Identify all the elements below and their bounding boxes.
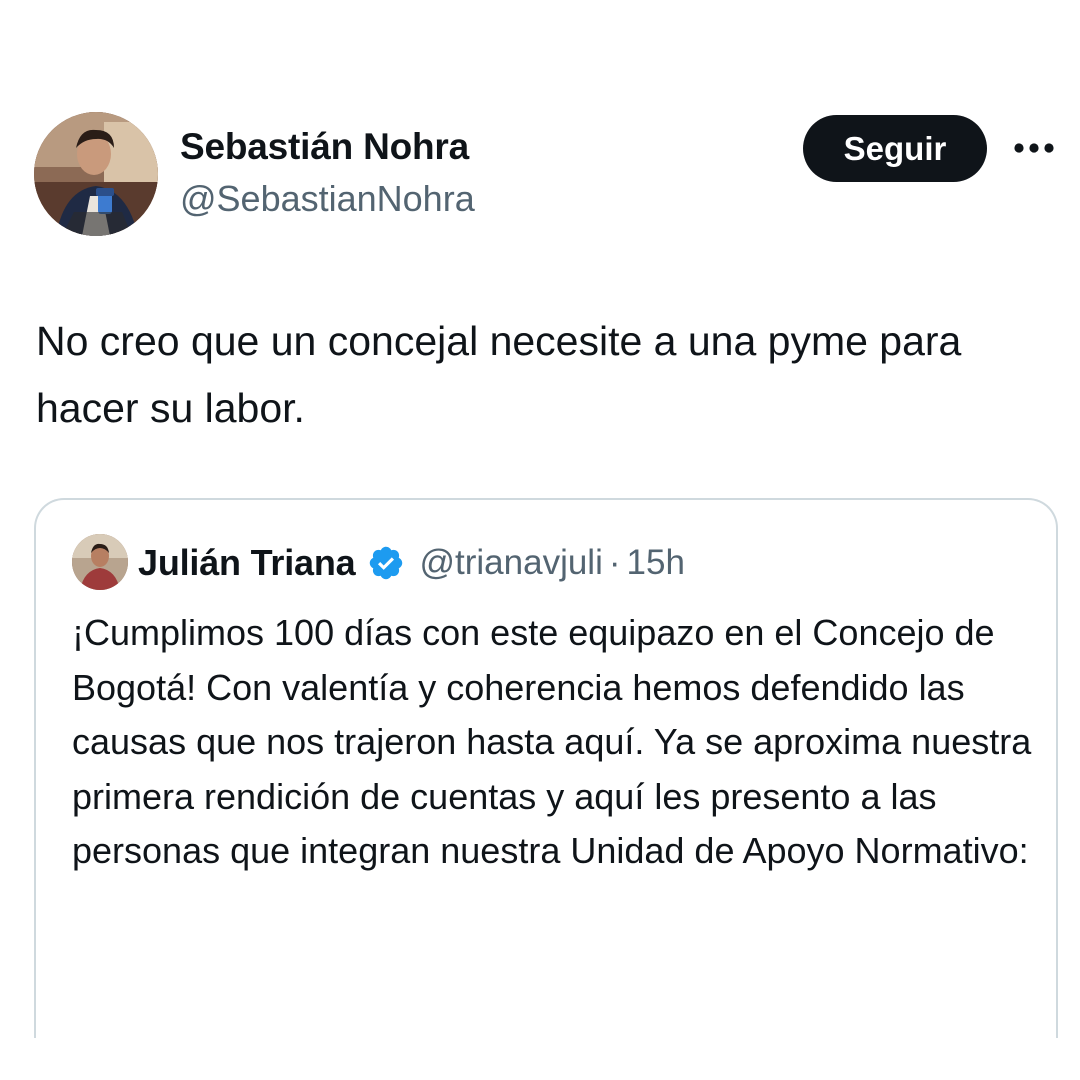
quoted-tweet-card[interactable]: Julián Triana @trianavjuli · 15h ¡Cumpli… xyxy=(34,498,1058,1038)
profile-photo-icon xyxy=(72,534,128,590)
quoted-tweet-time[interactable]: 15h xyxy=(627,543,685,583)
quoted-author-handle[interactable]: @trianavjuli xyxy=(419,543,602,583)
quoted-author-name[interactable]: Julián Triana xyxy=(138,542,356,584)
more-horizontal-icon xyxy=(1014,143,1054,153)
profile-photo-icon xyxy=(34,112,158,236)
verified-badge-icon xyxy=(367,544,405,582)
author-avatar[interactable] xyxy=(34,112,158,236)
more-options-button[interactable] xyxy=(1006,130,1062,166)
quoted-author-avatar[interactable] xyxy=(72,534,128,590)
tweet-text: No creo que un concejal necesite a una p… xyxy=(36,318,962,431)
author-name[interactable]: Sebastián Nohra xyxy=(180,126,469,168)
separator-dot: · xyxy=(608,543,621,582)
quoted-tweet-text: ¡Cumplimos 100 días con este equipazo en… xyxy=(72,612,1032,871)
author-handle[interactable]: @SebastianNohra xyxy=(180,178,475,220)
follow-button[interactable]: Seguir xyxy=(803,115,987,182)
tweet-header: Sebastián Nohra @SebastianNohra Seguir xyxy=(0,0,1080,260)
quoted-tweet-header: Julián Triana @trianavjuli · 15h xyxy=(138,538,685,588)
